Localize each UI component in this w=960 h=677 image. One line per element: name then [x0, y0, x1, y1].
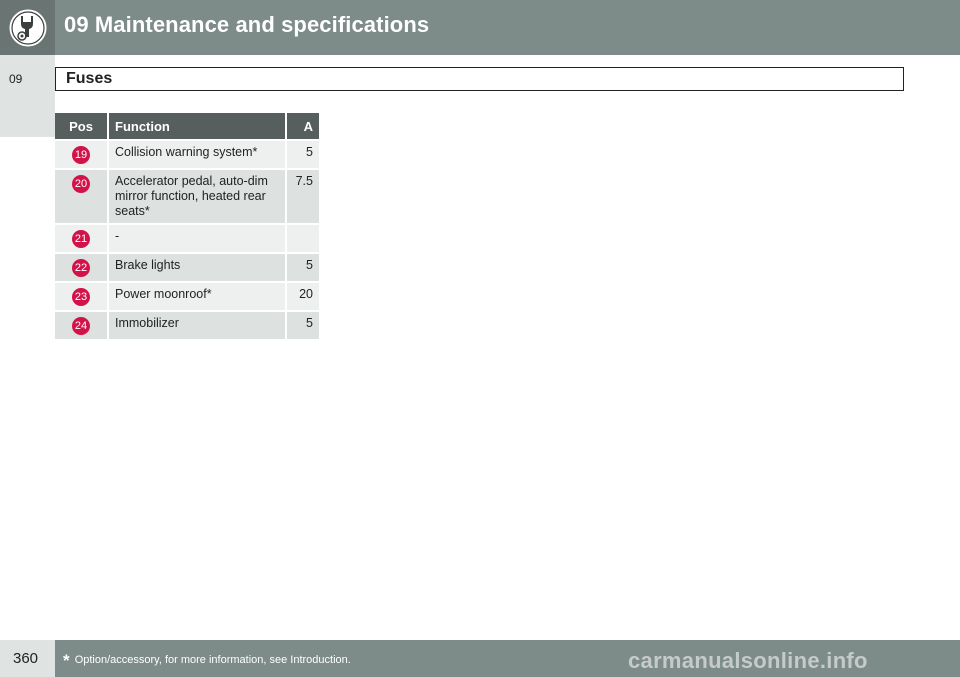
table-row: 20 Accelerator pedal, auto-dim mirror fu… — [55, 169, 319, 225]
chapter-icon-box — [0, 0, 55, 55]
fuse-position-badge: 20 — [72, 175, 90, 193]
table-row: 23 Power moonroof* 20 — [55, 282, 319, 312]
fuse-function: Immobilizer — [108, 311, 287, 341]
fuse-amperage: 20 — [286, 282, 319, 312]
chapter-title: 09 Maintenance and specifications — [64, 12, 430, 37]
fuse-table: Pos Function A 19 Collision warning syst… — [55, 113, 319, 341]
watermark: carmanualsonline.info — [628, 648, 868, 673]
footnote-text: Option/accessory, for more information, … — [74, 654, 351, 666]
fuse-amperage: 5 — [286, 140, 319, 170]
section-header: Fuses — [55, 67, 904, 91]
column-header-pos: Pos — [55, 113, 109, 141]
fuse-position-badge: 24 — [72, 317, 90, 335]
fuse-position-badge: 21 — [72, 230, 90, 248]
fuse-function: Power moonroof* — [108, 282, 287, 312]
fuse-function: Collision warning system* — [108, 140, 287, 170]
chapter-side-tab — [0, 55, 55, 137]
chapter-tab-label: 09 — [9, 72, 23, 86]
column-header-amps: A — [286, 113, 319, 141]
page-number-box: 360 — [0, 640, 55, 677]
chapter-header: 09 Maintenance and specifications — [0, 0, 960, 55]
table-header-row: Pos Function A — [55, 113, 319, 141]
table-row: 19 Collision warning system* 5 — [55, 140, 319, 170]
table-row: 21 - — [55, 224, 319, 254]
fuse-function: - — [108, 224, 287, 254]
fuse-position-badge: 23 — [72, 288, 90, 306]
wrench-screwdriver-icon — [8, 8, 47, 47]
fuse-amperage — [286, 224, 319, 254]
fuse-position-badge: 22 — [72, 259, 90, 277]
footnote-star: * — [63, 651, 70, 670]
fuse-amperage: 5 — [286, 311, 319, 341]
fuse-function: Brake lights — [108, 253, 287, 283]
page-number: 360 — [13, 650, 39, 667]
column-header-function: Function — [108, 113, 287, 141]
fuse-function: Accelerator pedal, auto-dim mirror funct… — [108, 169, 287, 225]
fuse-position-badge: 19 — [72, 146, 90, 164]
footnote: * Option/accessory, for more information… — [63, 651, 351, 671]
fuse-amperage: 7.5 — [286, 169, 319, 225]
section-title: Fuses — [66, 70, 113, 87]
fuse-amperage: 5 — [286, 253, 319, 283]
table-row: 24 Immobilizer 5 — [55, 311, 319, 341]
table-row: 22 Brake lights 5 — [55, 253, 319, 283]
